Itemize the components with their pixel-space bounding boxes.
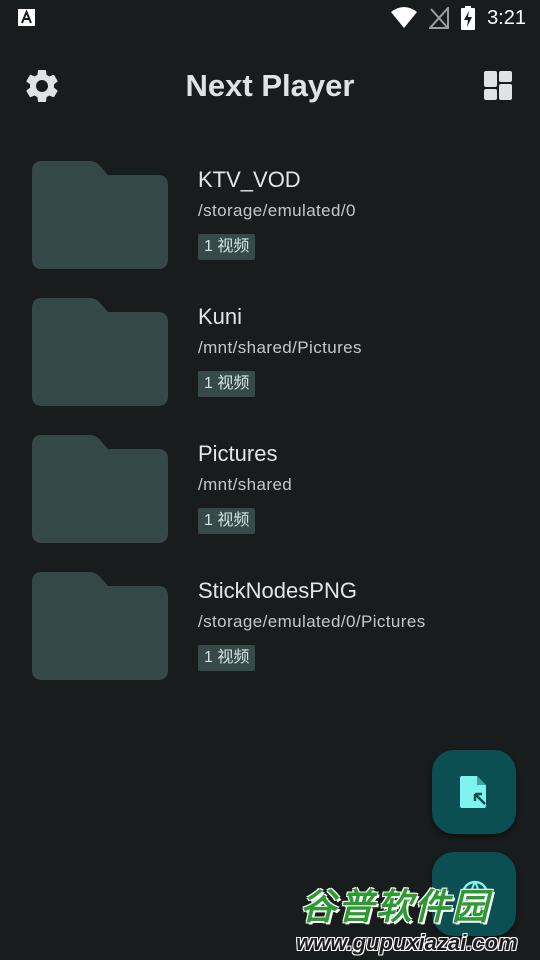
- folder-path: /mnt/shared: [198, 475, 293, 494]
- folder-path: /mnt/shared/Pictures: [198, 338, 362, 357]
- folder-name: StickNodesPNG: [198, 578, 357, 603]
- video-count-badge: 1 视频: [198, 234, 256, 260]
- folder-path: /storage/emulated/0/Pictures: [198, 612, 426, 631]
- folder-name: KTV_VOD: [198, 167, 301, 192]
- watermark: 谷普软件园 www.gupuxiazai.com: [296, 876, 540, 960]
- watermark-url: www.gupuxiazai.com: [296, 930, 518, 955]
- folder-item[interactable]: Pictures /mnt/shared 1 视频: [0, 424, 540, 561]
- video-count-badge: 1 视频: [198, 508, 256, 534]
- status-bar: 3:21: [0, 0, 540, 36]
- folder-icon: [32, 298, 168, 406]
- folder-name: Pictures: [198, 441, 278, 466]
- folder-item[interactable]: Kuni /mnt/shared/Pictures 1 视频: [0, 287, 540, 424]
- folder-item[interactable]: KTV_VOD /storage/emulated/0 1 视频: [0, 150, 540, 287]
- app-bar: Next Player: [0, 52, 540, 116]
- dashboard-layout-icon: [484, 71, 512, 100]
- layout-toggle-button[interactable]: [478, 66, 518, 106]
- font-a-icon: [18, 9, 35, 26]
- folder-icon: [32, 435, 168, 543]
- battery-charging-icon: [461, 6, 476, 30]
- folder-icon: [32, 572, 168, 680]
- video-count-badge: 1 视频: [198, 645, 256, 671]
- video-count-badge: 1 视频: [198, 371, 256, 397]
- folder-item[interactable]: StickNodesPNG /storage/emulated/0/Pictur…: [0, 561, 540, 698]
- open-local-file-button[interactable]: [432, 750, 516, 834]
- folder-icon: [32, 161, 168, 269]
- status-time: 3:21: [487, 6, 526, 29]
- page-title: Next Player: [185, 68, 355, 103]
- wifi-icon: [391, 7, 418, 28]
- open-local-file-icon: [460, 776, 486, 808]
- signal-off-icon: [429, 7, 450, 29]
- watermark-title: 谷普软件园: [300, 886, 491, 927]
- folder-name: Kuni: [198, 304, 243, 329]
- folder-path: /storage/emulated/0: [198, 201, 356, 220]
- folder-list: KTV_VOD /storage/emulated/0 1 视频 Kuni /m…: [0, 150, 540, 698]
